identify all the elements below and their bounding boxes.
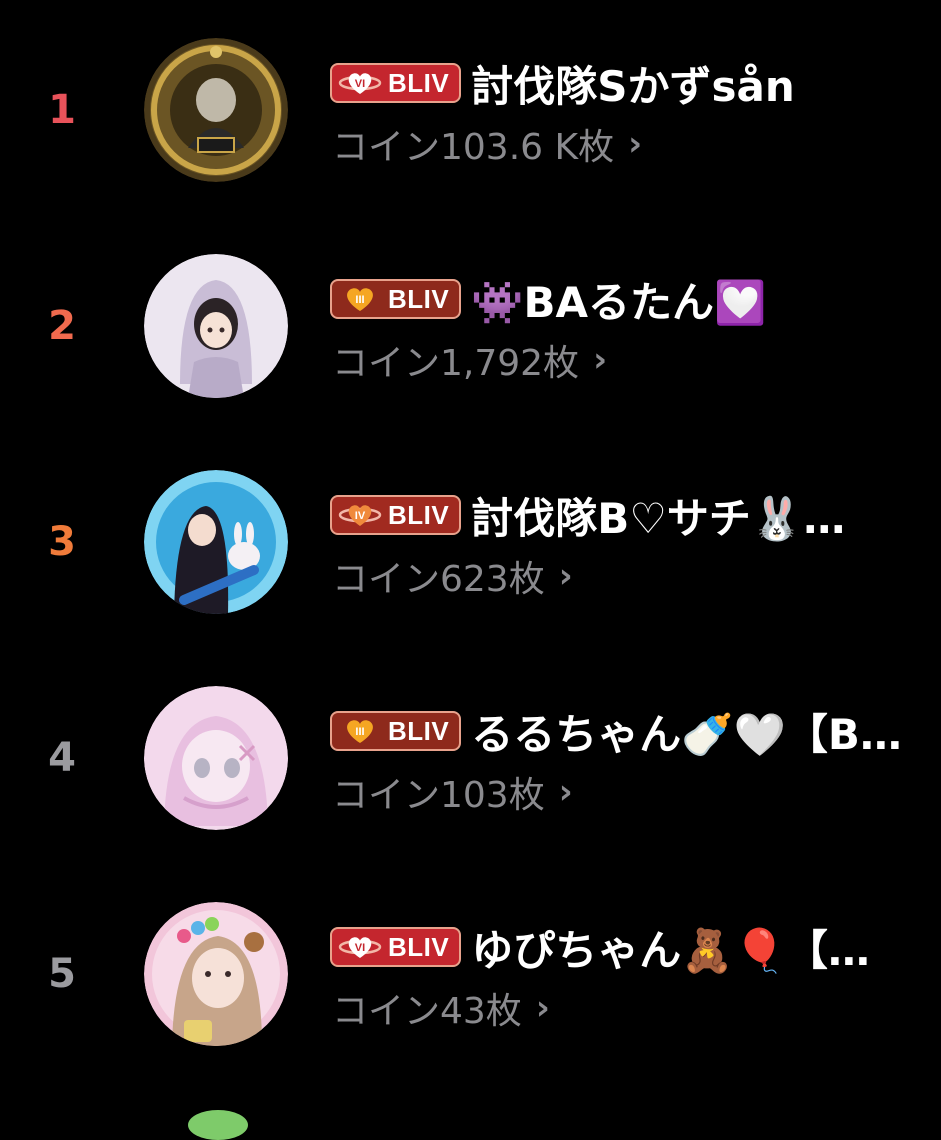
badge-label: BLIV <box>388 931 450 962</box>
badge-level-text: III <box>355 726 364 738</box>
ranking-row[interactable]: 1 VI BLIV 討伐隊Sかずsån コイン103.6 K枚 › <box>0 0 941 216</box>
user-name: 討伐隊Sかずsån <box>471 61 795 111</box>
chevron-right-icon: › <box>558 556 573 596</box>
coin-count-text: コイン103枚 <box>332 775 545 816</box>
hooded-girl-avatar[interactable] <box>144 254 288 398</box>
gift-ranking-list: 1 VI BLIV 討伐隊Sかずsån コイン103.6 K枚 › 2 III … <box>0 0 941 1122</box>
badge-label: BLIV <box>388 499 450 530</box>
ranking-row[interactable]: 5 VI BLIV ゆぴちゃん🧸🎈【… コイン43枚 › <box>0 864 941 1080</box>
heart-level-icon: VI <box>338 73 382 94</box>
chevron-right-icon: › <box>628 124 643 164</box>
badge-level-text: VI <box>355 78 365 90</box>
coin-count-text: コイン623枚 <box>332 559 545 600</box>
chevron-right-icon: › <box>593 340 608 380</box>
badge-level-text: III <box>355 294 364 306</box>
chevron-right-icon: › <box>558 772 573 812</box>
user-name: 👾BAるたん💟 <box>471 277 767 327</box>
coin-count-text: コイン43枚 <box>332 991 522 1032</box>
rank-number: 5 <box>48 951 76 997</box>
coin-count[interactable]: コイン43枚 › <box>332 982 550 1034</box>
bliv-level-badge: III BLIV <box>330 279 462 319</box>
coin-count[interactable]: コイン103枚 › <box>332 766 573 818</box>
ranking-row[interactable]: 3 IV BLIV 討伐隊B♡サチ🐰… コイン623枚 › <box>0 432 941 648</box>
badge-level-text: VI <box>355 942 365 954</box>
rank-number: 3 <box>48 519 76 565</box>
avatar-image <box>144 686 288 830</box>
bliv-level-badge: VI BLIV <box>330 927 462 967</box>
heart-level-icon: III <box>347 720 373 743</box>
coin-count[interactable]: コイン1,792枚 › <box>332 334 607 386</box>
user-name: 討伐隊B♡サチ🐰… <box>471 493 846 543</box>
rank-number: 1 <box>48 87 76 133</box>
ranking-row[interactable]: 2 III BLIV 👾BAるたん💟 コイン1,792枚 › <box>0 216 941 432</box>
avatar-image <box>144 254 288 398</box>
coin-count[interactable]: コイン623枚 › <box>332 550 573 602</box>
photo-girl-avatar[interactable] <box>144 902 288 1046</box>
bliv-level-badge: IV BLIV <box>330 495 462 535</box>
coin-count[interactable]: コイン103.6 K枚 › <box>332 118 642 170</box>
name-line: IV BLIV 討伐隊B♡サチ🐰… <box>330 484 941 546</box>
coin-count-text: コイン1,792枚 <box>332 343 580 384</box>
bliv-level-badge: VI BLIV <box>330 63 462 103</box>
chevron-right-icon: › <box>535 988 550 1028</box>
avatar-image <box>144 38 288 182</box>
next-row-avatar-partial <box>188 1110 248 1140</box>
name-line: VI BLIV 討伐隊Sかずsån <box>330 52 941 114</box>
user-name: ゆぴちゃん🧸🎈【… <box>471 925 870 975</box>
badge-label: BLIV <box>388 67 450 98</box>
avatar-image <box>144 902 288 1046</box>
ranking-row[interactable]: 4 III BLIV るるちゃん🍼🤍【B… コイン103枚 › <box>0 648 941 864</box>
rank-number: 2 <box>48 303 76 349</box>
coin-count-text: コイン103.6 K枚 <box>332 127 615 168</box>
user-name: るるちゃん🍼🤍【B… <box>471 709 902 759</box>
sponsor-emblem-avatar[interactable] <box>144 38 288 182</box>
heart-level-icon: IV <box>338 505 382 526</box>
badge-label: BLIV <box>388 715 450 746</box>
name-line: III BLIV 👾BAるたん💟 <box>330 268 941 330</box>
heart-level-icon: III <box>347 288 373 311</box>
badge-level-text: IV <box>355 510 366 522</box>
heart-level-icon: VI <box>338 937 382 958</box>
anime-girl-bunny-avatar[interactable] <box>144 470 288 614</box>
bliv-level-badge: III BLIV <box>330 711 462 751</box>
avatar-image <box>144 470 288 614</box>
name-line: VI BLIV ゆぴちゃん🧸🎈【… <box>330 916 941 978</box>
badge-label: BLIV <box>388 283 450 314</box>
name-line: III BLIV るるちゃん🍼🤍【B… <box>330 700 941 762</box>
pink-anime-avatar[interactable] <box>144 686 288 830</box>
rank-number: 4 <box>48 735 76 781</box>
